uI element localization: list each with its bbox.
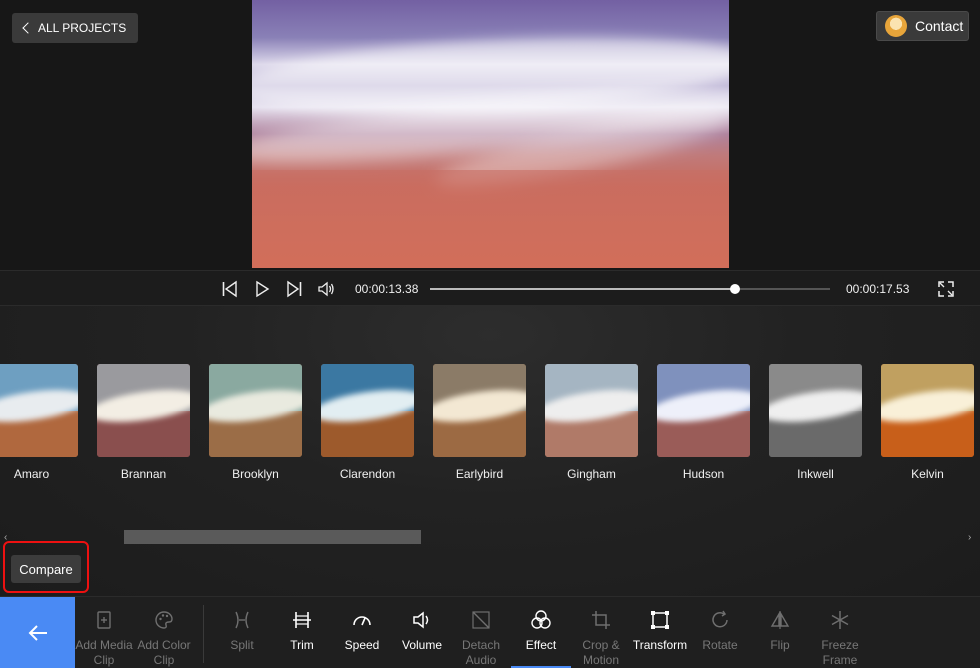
timeline-scrubber[interactable] — [430, 284, 830, 294]
filter-thumbnail — [433, 364, 526, 457]
tool-trim-button[interactable]: Trim — [272, 597, 332, 668]
contact-label: Contact — [915, 18, 964, 34]
flip-icon — [770, 611, 790, 629]
back-button[interactable] — [0, 597, 75, 668]
tool-speed-button[interactable]: Speed — [332, 597, 392, 668]
tool-transform-button[interactable]: Transform — [630, 597, 690, 668]
total-time: 00:00:17.53 — [846, 282, 910, 296]
palette-icon — [155, 611, 173, 629]
chevron-left-icon — [22, 22, 34, 34]
filter-item-inkwell[interactable]: Inkwell — [769, 364, 862, 481]
filter-label: Brooklyn — [232, 467, 279, 481]
tool-label: Flip — [770, 638, 790, 652]
split-icon — [235, 611, 249, 629]
tool-label: Split — [230, 638, 254, 652]
filter-label: Inkwell — [797, 467, 834, 481]
filter-panel: Amaro Brannan Brooklyn Clarendon Earlybird Gi… — [0, 306, 980, 596]
filter-label: Gingham — [567, 467, 616, 481]
tool-label: Freeze Frame — [821, 638, 859, 667]
filter-item-hudson[interactable]: Hudson — [657, 364, 750, 481]
tool-label: Volume — [401, 638, 443, 652]
skip-to-end-icon[interactable] — [285, 280, 303, 298]
volume-icon[interactable] — [317, 280, 335, 298]
filter-label: Earlybird — [455, 467, 504, 481]
fullscreen-icon[interactable] — [937, 280, 955, 298]
filter-label: Kelvin — [911, 467, 944, 481]
filter-item-clarendon[interactable]: Clarendon — [321, 364, 414, 481]
progress-fill — [430, 288, 736, 290]
tool-volume-button[interactable]: Volume — [392, 597, 452, 668]
video-editor: ALL PROJECTS Contact 00:00:13.38 00:00:1… — [0, 0, 980, 668]
tool-label: Effect — [525, 638, 557, 652]
tool-freeze-frame-button[interactable]: Freeze Frame — [810, 597, 870, 668]
tool-rotate-button[interactable]: Rotate — [690, 597, 750, 668]
horizontal-scrollbar[interactable] — [124, 530, 421, 544]
detach-audio-icon — [472, 611, 490, 629]
tool-add-media-clip-button[interactable]: Add Media Clip — [74, 597, 134, 668]
compare-button[interactable]: Compare — [11, 555, 81, 583]
skip-to-start-icon[interactable] — [221, 280, 239, 298]
support-avatar-icon — [885, 15, 907, 37]
preview-area: ALL PROJECTS Contact — [0, 0, 980, 270]
filter-thumbnail — [769, 364, 862, 457]
tool-flip-button[interactable]: Flip — [750, 597, 810, 668]
rotate-icon — [712, 610, 728, 628]
filter-thumbnail — [657, 364, 750, 457]
filter-label: Hudson — [682, 467, 725, 481]
add-media-icon — [97, 611, 111, 629]
toolbar-divider — [203, 605, 204, 663]
compare-highlight: Compare — [3, 541, 89, 593]
tool-detach-audio-button[interactable]: Detach Audio — [451, 597, 511, 668]
speaker-icon — [413, 611, 429, 629]
contact-button[interactable]: Contact — [876, 11, 969, 41]
scroll-right-icon[interactable]: › — [968, 532, 971, 543]
filter-thumbnail — [0, 364, 78, 457]
crop-icon — [592, 611, 610, 629]
tool-label: Transform — [632, 638, 688, 652]
filter-item-brooklyn[interactable]: Brooklyn — [209, 364, 302, 481]
filter-label: Clarendon — [339, 467, 396, 481]
current-time: 00:00:13.38 — [355, 282, 419, 296]
all-projects-button[interactable]: ALL PROJECTS — [12, 13, 139, 43]
filter-thumbnail — [545, 364, 638, 457]
video-preview — [252, 0, 729, 268]
filter-thumbnail — [881, 364, 974, 457]
arrow-left-icon — [28, 625, 47, 641]
filter-item-kelvin[interactable]: Kelvin — [881, 364, 974, 481]
filter-item-brannan[interactable]: Brannan — [97, 364, 190, 481]
filter-label: Brannan — [120, 467, 167, 481]
transform-icon — [651, 611, 669, 629]
tool-label: Crop & Motion — [582, 638, 620, 667]
playback-controls: 00:00:13.38 00:00:17.53 — [0, 270, 980, 306]
tool-label: Add Media Clip — [75, 638, 133, 667]
filter-thumbnail — [209, 364, 302, 457]
tool-label: Speed — [344, 638, 380, 652]
bottom-toolbar: Add Media Clip Add Color Clip Split Trim Spe… — [0, 596, 980, 668]
tool-label: Rotate — [702, 638, 738, 652]
trim-icon — [293, 612, 311, 628]
speedometer-icon — [353, 616, 371, 626]
tool-effect-button[interactable]: Effect — [511, 597, 571, 668]
filter-thumbnail — [321, 364, 414, 457]
tool-split-button[interactable]: Split — [212, 597, 272, 668]
filter-item-amaro[interactable]: Amaro — [0, 364, 78, 481]
filter-item-earlybird[interactable]: Earlybird — [433, 364, 526, 481]
filter-label: Amaro — [13, 467, 50, 481]
tool-label: Trim — [290, 638, 314, 652]
filter-item-gingham[interactable]: Gingham — [545, 364, 638, 481]
snowflake-icon — [831, 611, 849, 629]
all-projects-label: ALL PROJECTS — [38, 21, 127, 35]
tool-label: Detach Audio — [461, 638, 501, 667]
effect-circles-icon — [531, 610, 551, 629]
tool-label: Add Color Clip — [137, 638, 191, 667]
scrubber-handle[interactable] — [730, 284, 741, 294]
play-icon[interactable] — [253, 280, 271, 298]
tool-add-color-clip-button[interactable]: Add Color Clip — [134, 597, 194, 668]
tool-crop-motion-button[interactable]: Crop & Motion — [571, 597, 631, 668]
filter-thumbnail — [97, 364, 190, 457]
